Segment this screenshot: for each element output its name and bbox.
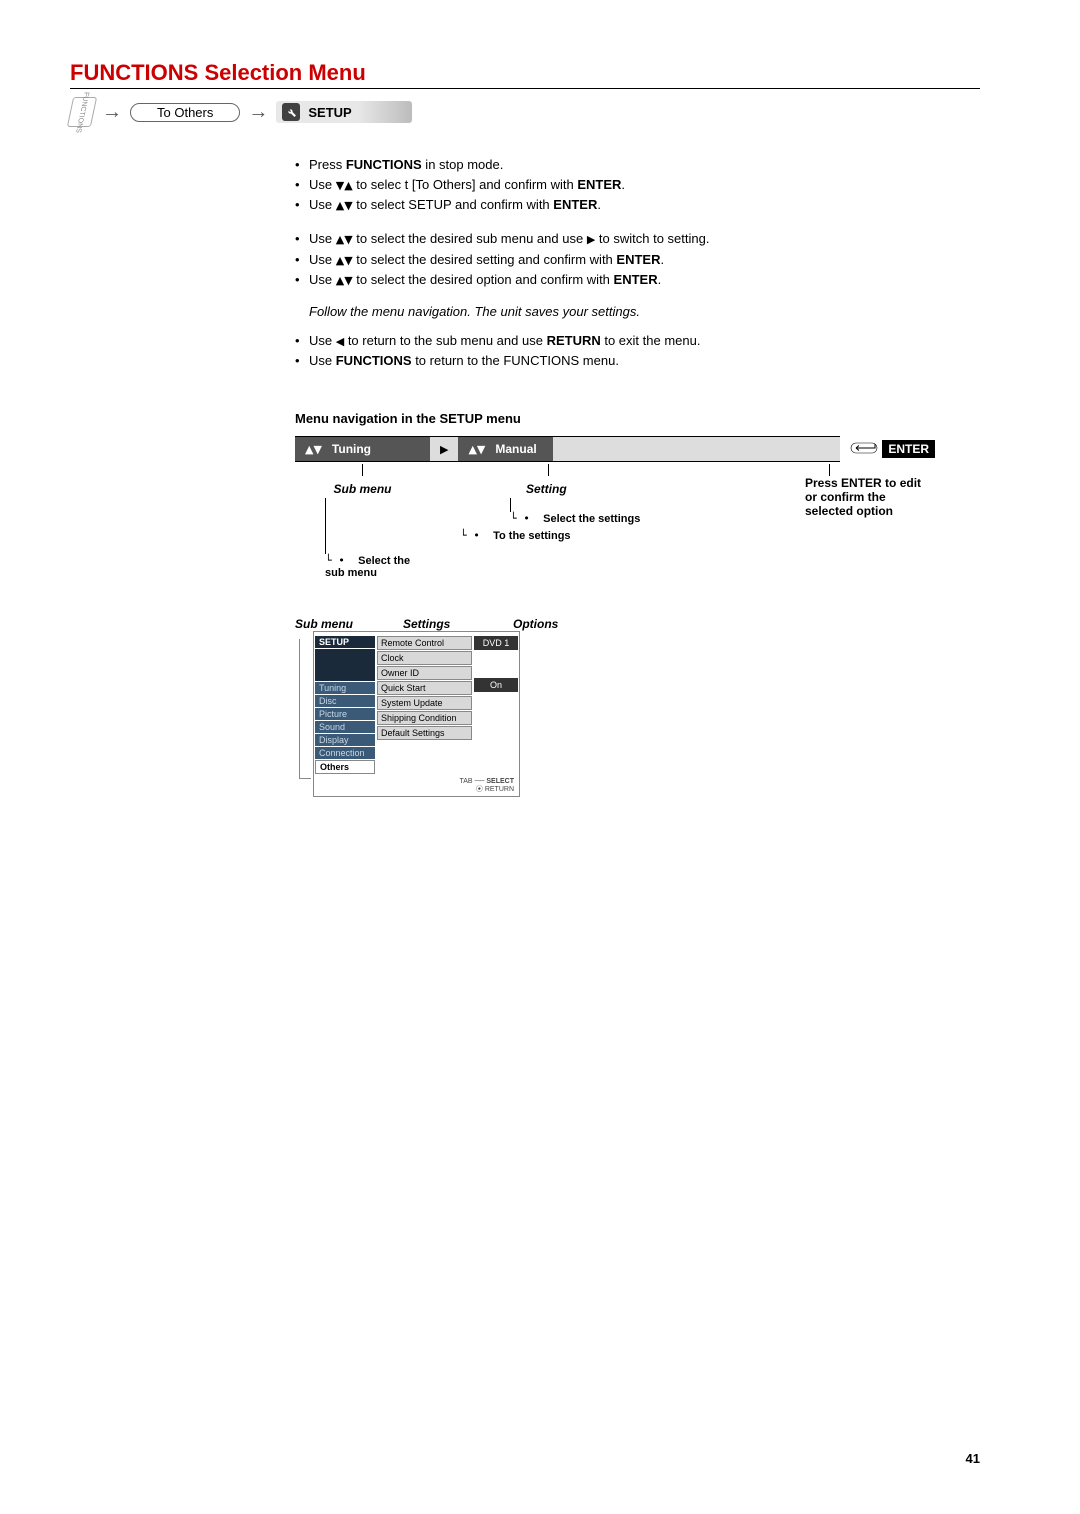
nav-gradient-strip: [553, 436, 840, 462]
instruction-item: Use ▼▲ to selec t [To Others] and confir…: [295, 175, 935, 195]
arrow-right-icon: →: [244, 101, 272, 124]
nav-submenu-label: Sub menu: [295, 482, 430, 496]
page-number: 41: [966, 1451, 980, 1466]
instruction-list-2: Use ▲▼ to select the desired sub menu an…: [295, 229, 935, 289]
setup-mock-labels: Sub menu Settings Options: [295, 617, 935, 631]
nav-setting-note: Select the settings: [543, 513, 640, 525]
nav-manual-label: Manual: [495, 442, 536, 456]
enter-key-icon: [850, 441, 878, 458]
instruction-item: Use ▲▼ to select SETUP and confirm with …: [295, 195, 935, 215]
breadcrumb-setup-label: SETUP: [308, 105, 351, 120]
breadcrumb-to-others: To Others: [130, 103, 240, 122]
instruction-item: Use ▲▼ to select the desired option and …: [295, 270, 935, 290]
mock-trace-line: [295, 631, 313, 796]
nav-heading: Menu navigation in the SETUP menu: [295, 411, 935, 426]
nav-diagram: ▲▼ Tuning ▶ ▲▼ Manual ENTER: [295, 436, 935, 579]
nav-tosettings-note: To the settings: [493, 530, 570, 542]
mock-settings-list: Remote ControlClockOwner IDQuick StartSy…: [377, 636, 472, 774]
nav-manual-cell: ▲▼ Manual: [458, 436, 553, 462]
nav-setting-label: Setting: [526, 482, 795, 496]
breadcrumb-setup: SETUP: [276, 101, 411, 123]
instruction-item: Use ▲▼ to select the desired sub menu an…: [295, 229, 935, 249]
mock-options-col: DVD 1On: [474, 636, 518, 774]
functions-remote-icon: FUNCTIONS: [67, 97, 97, 127]
instruction-list-3: Use ◀ to return to the sub menu and use …: [295, 331, 935, 371]
instruction-item: Use ◀ to return to the sub menu and use …: [295, 331, 935, 351]
setup-mock-panel: SETUPTuningDiscPictureSoundDisplayConnec…: [313, 631, 520, 796]
nav-enter-cell: ENTER: [840, 436, 935, 462]
mock-sidebar: SETUPTuningDiscPictureSoundDisplayConnec…: [315, 636, 375, 774]
arrow-right-icon: →: [98, 101, 126, 124]
updown-icon: ▲▼: [305, 443, 322, 456]
updown-icon: ▲▼: [468, 443, 485, 456]
followup-note: Follow the menu navigation. The unit sav…: [295, 304, 935, 319]
enter-badge: ENTER: [882, 440, 935, 458]
nav-arrow-cell: ▶: [430, 436, 458, 462]
wrench-icon: [282, 103, 300, 121]
page-title: FUNCTIONS Selection Menu: [70, 60, 980, 89]
instruction-item: Press FUNCTIONS in stop mode.: [295, 155, 935, 175]
nav-enter-note: Press ENTER to edit or confirm the selec…: [795, 476, 935, 518]
instruction-item: Use FUNCTIONS to return to the FUNCTIONS…: [295, 351, 935, 371]
instruction-list-1: Press FUNCTIONS in stop mode.Use ▼▲ to s…: [295, 155, 935, 215]
breadcrumb: FUNCTIONS → To Others → SETUP: [70, 97, 980, 127]
nav-tuning-cell: ▲▼ Tuning: [295, 436, 430, 462]
nav-tuning-label: Tuning: [332, 442, 371, 456]
instruction-item: Use ▲▼ to select the desired setting and…: [295, 250, 935, 270]
mock-bottom-legend: TAB ── SELECT ⦿ RETURN: [315, 778, 518, 793]
